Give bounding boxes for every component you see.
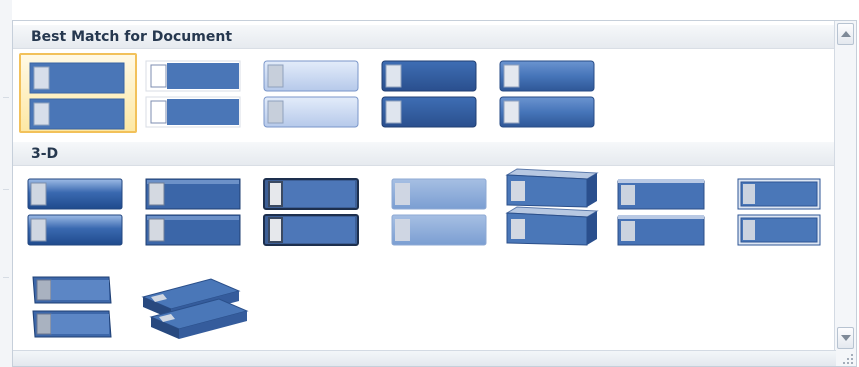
gallery-footer-bar xyxy=(13,350,836,366)
style-3d-birds-eye-scene[interactable] xyxy=(25,267,143,347)
resize-grip-icon[interactable] xyxy=(842,354,854,364)
style-3d-flat-scene[interactable] xyxy=(141,267,259,347)
style-3d-powder[interactable] xyxy=(377,171,495,251)
style-3d-cartoon[interactable] xyxy=(259,171,377,251)
left-edge-strip xyxy=(0,0,12,367)
style-simple-fill[interactable] xyxy=(19,53,137,133)
group-header-3d: 3-D xyxy=(13,142,836,166)
group-header-best-match: Best Match for Document xyxy=(13,25,836,49)
style-3d-brick-scene[interactable] xyxy=(501,167,619,247)
style-3d-metallic-scene[interactable] xyxy=(615,171,733,251)
scroll-up-button[interactable] xyxy=(837,23,854,45)
style-3d-polished[interactable] xyxy=(25,171,143,251)
scroll-down-button[interactable] xyxy=(837,327,854,349)
group-label-best-match: Best Match for Document xyxy=(31,29,233,45)
smartart-style-gallery: Best Match for Document 3-D xyxy=(12,20,857,367)
style-3d-inset[interactable] xyxy=(143,171,261,251)
style-white-outline[interactable] xyxy=(141,53,259,133)
chevron-up-icon xyxy=(841,31,851,37)
group-label-3d: 3-D xyxy=(31,146,59,162)
style-intense-effect[interactable] xyxy=(495,53,613,133)
gallery-pane: Best Match for Document 3-D xyxy=(13,21,836,352)
style-moderate-effect[interactable] xyxy=(377,53,495,133)
style-subtle-effect[interactable] xyxy=(259,53,377,133)
gallery-scrollbar[interactable] xyxy=(834,21,856,366)
style-3d-sunset-scene[interactable] xyxy=(733,171,836,251)
chevron-down-icon xyxy=(841,335,851,341)
